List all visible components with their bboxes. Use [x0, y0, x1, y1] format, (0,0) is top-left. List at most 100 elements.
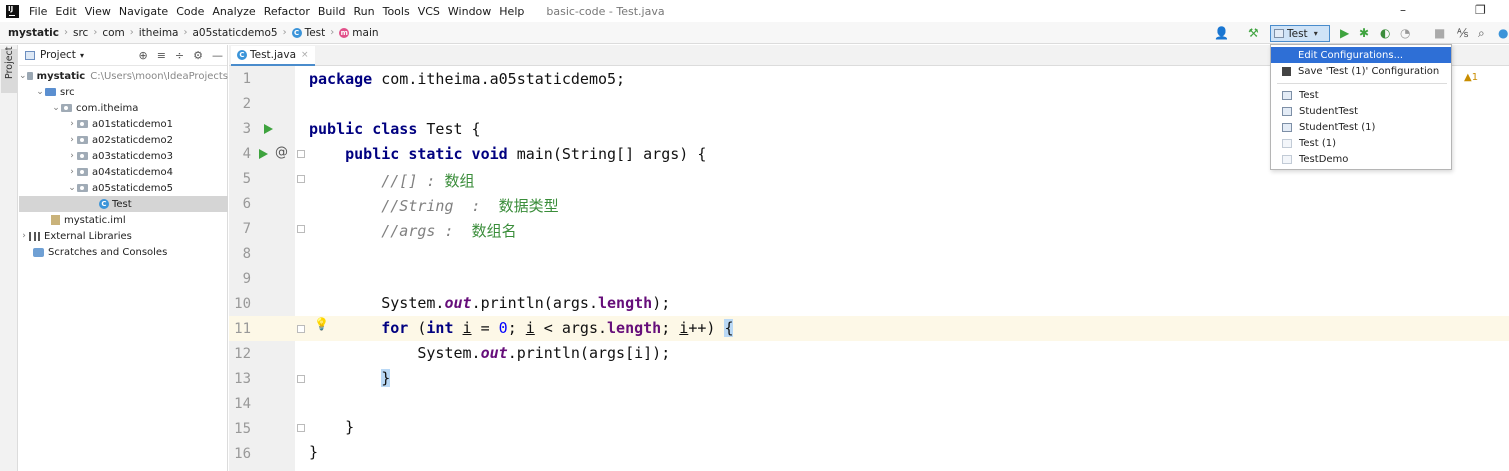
collapse-all-icon[interactable]: ÷	[175, 49, 184, 62]
tree-item-package[interactable]: › a04staticdemo4	[19, 164, 228, 180]
config-item[interactable]: TestDemo	[1271, 151, 1451, 167]
tree-item-package[interactable]: ⌄ a05staticdemo5	[19, 180, 228, 196]
tree-item-package[interactable]: › a03staticdemo3	[19, 148, 228, 164]
menu-run[interactable]: Run	[350, 5, 379, 18]
menu-view[interactable]: View	[81, 5, 115, 18]
run-configuration-selector[interactable]: Test ▾	[1270, 25, 1330, 42]
project-panel: Project ▾ ⊕ ≡ ÷ ⚙ — ⌄ mystatic C:\Users\…	[19, 45, 228, 471]
menu-window[interactable]: Window	[444, 5, 495, 18]
coverage-icon[interactable]: ◐	[1380, 26, 1390, 40]
close-icon[interactable]: ×	[301, 50, 309, 60]
code-line: package com.itheima.a05staticdemo5;	[309, 70, 626, 88]
menu-build[interactable]: Build	[314, 5, 350, 18]
breadcrumb-com[interactable]: com	[102, 27, 124, 39]
minimize-icon[interactable]: –	[1400, 3, 1406, 17]
menu-vcs[interactable]: VCS	[414, 5, 444, 18]
chevron-right-icon[interactable]: ›	[67, 119, 77, 129]
line-number: 15	[234, 421, 251, 437]
menu-help[interactable]: Help	[495, 5, 528, 18]
tree-item-label: a02staticdemo2	[92, 134, 174, 146]
expand-all-icon[interactable]: ≡	[157, 49, 166, 62]
scratches-icon	[33, 247, 44, 257]
config-item-label: Test	[1299, 89, 1319, 101]
menu-navigate[interactable]: Navigate	[115, 5, 172, 18]
fold-icon[interactable]	[297, 375, 305, 383]
config-item[interactable]: Test	[1271, 87, 1451, 103]
code-line: //[] : 数组	[381, 172, 475, 190]
breadcrumb-class[interactable]: C Test	[291, 27, 325, 39]
menu-refactor[interactable]: Refactor	[260, 5, 314, 18]
build-hammer-icon[interactable]: ⚒	[1248, 26, 1259, 40]
run-class-gutter-icon[interactable]	[264, 124, 273, 134]
project-tool-tab[interactable]: Project	[1, 46, 17, 93]
breadcrumb-separator-icon: ›	[63, 27, 68, 38]
menu-code[interactable]: Code	[172, 5, 208, 18]
save-icon	[1282, 66, 1291, 76]
menu-file[interactable]: File	[25, 5, 51, 18]
tree-item-package[interactable]: ⌄ com.itheima	[19, 100, 228, 116]
chevron-down-icon[interactable]: ⌄	[35, 87, 45, 97]
edit-configurations-item[interactable]: Edit Configurations...	[1271, 47, 1451, 63]
config-item[interactable]: StudentTest	[1271, 103, 1451, 119]
project-panel-header[interactable]: Project ▾ ⊕ ≡ ÷ ⚙ —	[19, 45, 227, 66]
fold-icon[interactable]	[297, 150, 305, 158]
fold-icon[interactable]	[297, 424, 305, 432]
chevron-right-icon[interactable]: ›	[67, 167, 77, 177]
menu-tools[interactable]: Tools	[379, 5, 414, 18]
chevron-right-icon[interactable]: ›	[67, 151, 77, 161]
breadcrumb-separator-icon: ›	[183, 27, 188, 38]
warning-indicator[interactable]: ▲1	[1464, 72, 1478, 83]
annotation-gutter-icon[interactable]: @	[275, 145, 288, 160]
breadcrumb-package[interactable]: a05staticdemo5	[193, 27, 278, 39]
breadcrumb-itheima[interactable]: itheima	[139, 27, 179, 39]
run-icon[interactable]: ▶	[1340, 26, 1349, 40]
user-icon[interactable]: 👤	[1214, 26, 1229, 40]
tree-item-src[interactable]: ⌄ src	[19, 84, 228, 100]
tree-item-project[interactable]: ⌄ mystatic C:\Users\moon\IdeaProjects	[19, 68, 228, 84]
search-icon[interactable]: ⌕	[1478, 26, 1485, 40]
fold-icon[interactable]	[297, 225, 305, 233]
chevron-right-icon[interactable]: ›	[19, 231, 29, 241]
tree-item-package[interactable]: › a01staticdemo1	[19, 116, 228, 132]
chevron-down-icon[interactable]: ⌄	[67, 183, 77, 193]
code-line: }	[309, 418, 355, 436]
chevron-down-icon[interactable]: ⌄	[19, 71, 27, 81]
menu-edit[interactable]: Edit	[51, 5, 80, 18]
tree-item-iml[interactable]: mystatic.iml	[19, 212, 228, 228]
config-item-label: StudentTest (1)	[1299, 121, 1376, 133]
debug-icon[interactable]: ✱	[1359, 26, 1369, 40]
chevron-right-icon[interactable]: ›	[67, 135, 77, 145]
breadcrumb-src[interactable]: src	[73, 27, 88, 39]
package-icon	[61, 104, 72, 112]
config-item[interactable]: Test (1)	[1271, 135, 1451, 151]
locate-icon[interactable]: ⊕	[138, 49, 147, 62]
menu-analyze[interactable]: Analyze	[208, 5, 259, 18]
tree-item-external-libraries[interactable]: › External Libraries	[19, 228, 228, 244]
hide-icon[interactable]: —	[212, 49, 223, 62]
stop-icon[interactable]: ■	[1434, 26, 1445, 40]
tree-item-test-class[interactable]: C Test	[19, 196, 228, 212]
fold-icon[interactable]	[297, 175, 305, 183]
warning-icon: ▲	[1464, 72, 1472, 83]
restore-icon[interactable]: ❐	[1475, 3, 1486, 17]
config-item[interactable]: StudentTest (1)	[1271, 119, 1451, 135]
chevron-down-icon[interactable]: ⌄	[51, 103, 61, 113]
fold-icon[interactable]	[297, 325, 305, 333]
tree-item-scratches[interactable]: Scratches and Consoles	[19, 244, 228, 260]
breadcrumb-method[interactable]: m main	[339, 27, 379, 39]
translate-icon[interactable]: ⅍	[1457, 26, 1468, 40]
tree-item-package[interactable]: › a02staticdemo2	[19, 132, 228, 148]
panel-toolbar: ⊕ ≡ ÷ ⚙ —	[138, 49, 223, 62]
code-line: //String : 数据类型	[381, 197, 559, 215]
run-main-gutter-icon[interactable]	[259, 149, 268, 159]
profile-icon[interactable]: ◔	[1400, 26, 1410, 40]
gear-icon[interactable]: ⚙	[193, 49, 203, 62]
menu-bar: File Edit View Navigate Code Analyze Ref…	[0, 0, 1509, 22]
tab-test-java[interactable]: C Test.java ×	[231, 46, 315, 66]
breadcrumb-project[interactable]: mystatic	[8, 27, 59, 39]
config-icon	[1282, 90, 1292, 100]
line-number: 14	[234, 396, 251, 412]
breadcrumb-separator-icon: ›	[129, 27, 134, 38]
update-icon[interactable]: ●	[1498, 26, 1508, 40]
save-configuration-item[interactable]: Save 'Test (1)' Configuration	[1271, 63, 1451, 79]
